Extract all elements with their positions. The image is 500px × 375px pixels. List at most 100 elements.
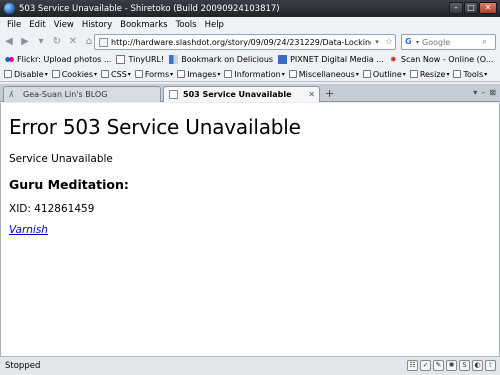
back-icon[interactable]: ◀ [2,35,16,49]
dev-outline-menu[interactable]: Outline ▾ [362,69,406,79]
dev-cookies-menu[interactable]: Cookies ▾ [51,69,98,79]
google-icon[interactable]: G [405,37,415,47]
status-bar: Stopped ☷ ✓ ✎ ✺ S ◐ t [0,356,500,375]
chevron-down-icon: ▾ [355,70,359,78]
tab-label: 503 Service Unavailable [183,90,292,99]
information-icon [224,70,233,78]
bookmark-label: Bookmark on Delicious [181,55,274,64]
dev-miscellaneous-menu[interactable]: Miscellaneous ▾ [288,70,359,79]
extension-icon[interactable]: ✎ [433,360,444,371]
tab-controls: ▾ – ⊠ [473,88,496,97]
window-title-bar: 503 Service Unavailable - Shiretoko (Bui… [0,0,500,17]
tab-label: Gea-Suan Lin's BLOG [23,90,108,99]
menu-bookmarks[interactable]: Bookmarks [116,20,172,30]
bookmark-label: TinyURL! [128,55,165,64]
bookmark-label: PIXNET Digital Media ... [290,55,384,64]
dev-resize-menu[interactable]: Resize ▾ [409,69,449,79]
firebug-icon[interactable]: ✺ [446,360,457,371]
page-content: Error 503 Service Unavailable Service Un… [0,103,500,356]
menu-view[interactable]: View [50,20,78,30]
search-engine-dropdown-icon[interactable]: ▾ [416,39,419,46]
menu-tools[interactable]: Tools [172,20,201,30]
navigation-toolbar: ◀ ▶ ▾ ↻ ✕ ⌂ http://hardware.slashdot.org… [0,32,500,52]
status-icons: ☷ ✓ ✎ ✺ S ◐ t [407,360,496,371]
xid-text: XID: 412861459 [9,203,95,215]
resize-icon [409,70,418,78]
page-favicon-icon [99,37,108,47]
tab-strip: ʎ Gea-Suan Lin's BLOG 503 Service Unavai… [0,84,500,102]
close-button[interactable]: ✕ [479,2,497,14]
close-tab-icon[interactable]: ✕ [308,90,315,99]
bookmark-label: Scan Now - Online (O... [400,55,494,64]
firefox-icon [4,3,15,14]
search-icon[interactable]: ⌕ [482,37,487,47]
scan-icon: ✸ [390,55,397,64]
bookmark-star-icon[interactable]: ☆ [383,37,395,47]
bookmark-label: Flickr: Upload photos ... [17,55,112,64]
script-icon[interactable]: S [459,360,470,371]
tools-icon [453,70,462,78]
close-window-icon[interactable]: ⊠ [489,88,496,97]
tab-503[interactable]: 503 Service Unavailable ✕ [163,86,320,102]
url-text[interactable]: http://hardware.slashdot.org/story/09/09… [111,38,371,47]
forward-icon[interactable]: ▶ [18,35,32,49]
dev-images-menu[interactable]: Images ▾ [177,70,220,79]
blog-favicon-icon: ʎ [9,90,14,99]
dev-information-menu[interactable]: Information ▾ [224,70,285,79]
chevron-down-icon: ▾ [127,70,131,78]
error-heading: Error 503 Service Unavailable [9,115,301,139]
page-icon [116,55,126,64]
chevron-down-icon: ▾ [402,70,406,78]
maximize-button[interactable]: □ [464,2,478,14]
minimize-button[interactable]: – [449,2,463,14]
dev-forms-menu[interactable]: Forms ▾ [134,69,173,79]
security-icon[interactable]: ✓ [420,360,431,371]
chevron-down-icon: ▾ [44,70,48,78]
chevron-down-icon: ▾ [94,70,98,78]
dev-label: Outline [372,69,402,79]
dev-tools-menu[interactable]: Tools ▾ [453,70,487,79]
bookmark-scan-now[interactable]: ✸ Scan Now - Online (O... [389,55,493,64]
bookmark-delicious[interactable]: Bookmark on Delicious [169,55,273,64]
address-bar[interactable]: http://hardware.slashdot.org/story/09/09… [94,34,396,50]
disable-icon [4,70,12,78]
minimize-tabs-icon[interactable]: – [481,88,485,97]
page-favicon-icon [169,90,178,99]
dev-css-menu[interactable]: CSS ▾ [101,70,131,79]
twitter-icon[interactable]: t [485,360,496,371]
reload-icon[interactable]: ↻ [50,35,64,49]
history-dropdown-icon[interactable]: ▾ [34,35,48,49]
dev-label: Forms [144,69,170,79]
info-icon[interactable]: ◐ [472,360,483,371]
stop-icon[interactable]: ✕ [66,35,80,49]
bookmark-pixnet[interactable]: PIXNET Digital Media ... [278,55,384,64]
web-developer-toolbar: Disable ▾ Cookies ▾ CSS ▾ Forms ▾ Images ▾ In… [0,67,500,82]
tab-list-icon[interactable]: ▾ [473,88,477,97]
url-dropdown-icon[interactable]: ▾ [371,38,383,46]
new-tab-icon[interactable]: + [325,87,334,100]
varnish-link[interactable]: Varnish [9,224,48,236]
chevron-down-icon: ▾ [484,70,488,78]
miscellaneous-icon [288,70,297,78]
addon-icon[interactable]: ☷ [407,360,418,371]
cookies-icon [51,70,60,78]
bookmark-flickr[interactable]: Flickr: Upload photos ... [5,55,111,64]
window-title: 503 Service Unavailable - Shiretoko (Bui… [19,3,280,14]
status-text: Stopped [5,361,41,371]
bookmark-tinyurl[interactable]: TinyURL! [116,55,164,64]
dev-disable-menu[interactable]: Disable ▾ [4,70,48,79]
dev-label: Images [187,69,217,79]
menu-edit[interactable]: Edit [25,20,49,30]
menu-help[interactable]: Help [201,20,228,30]
bookmarks-toolbar: Flickr: Upload photos ... TinyURL! Bookm… [0,52,500,67]
menu-file[interactable]: File [0,20,25,30]
css-icon [101,70,110,78]
dev-label: Resize [419,69,446,79]
search-bar[interactable]: G ▾ ⌕ [401,34,496,50]
pixnet-icon [278,55,288,64]
dev-label: Cookies [61,69,94,79]
dev-label: Tools [463,69,484,79]
search-input[interactable] [422,37,483,47]
menu-history[interactable]: History [78,20,116,30]
tab-blog[interactable]: ʎ Gea-Suan Lin's BLOG [3,86,161,102]
